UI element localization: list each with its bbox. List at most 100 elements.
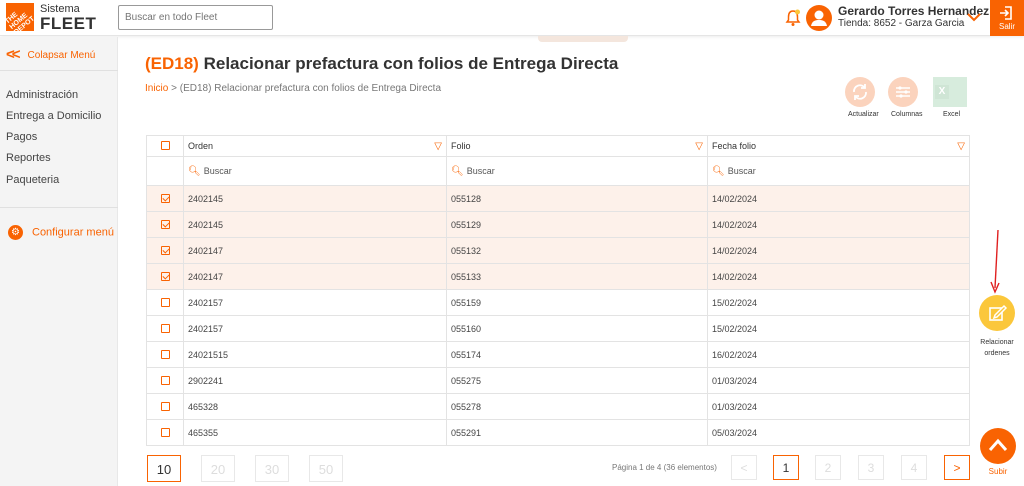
row-checkbox[interactable]	[160, 349, 170, 359]
columns-button[interactable]	[888, 77, 918, 107]
table-row[interactable]: 2402147 055132 14/02/2024	[146, 237, 970, 264]
row-checkbox[interactable]	[160, 427, 170, 437]
row-checkbox[interactable]	[160, 323, 170, 333]
page-size-30[interactable]: 30	[255, 455, 289, 482]
breadcrumb-current: (ED18) Relacionar prefactura con folios …	[179, 83, 442, 94]
cell-folio: 055132	[446, 237, 708, 264]
global-search-input[interactable]	[118, 5, 273, 30]
row-checkbox[interactable]	[160, 401, 170, 411]
filter-empty-cell	[146, 156, 184, 186]
row-checkbox[interactable]	[160, 245, 170, 255]
table-row[interactable]: 2402145 055128 14/02/2024	[146, 185, 970, 212]
excel-button[interactable]: X	[933, 77, 967, 107]
sidebar-item-reportes[interactable]: Reportes	[6, 152, 51, 164]
user-avatar-icon[interactable]	[806, 5, 832, 31]
row-checkbox[interactable]	[160, 219, 170, 229]
row-select-cell	[146, 315, 184, 342]
top-decoration	[538, 36, 628, 42]
page-size-50[interactable]: 50	[309, 455, 343, 482]
breadcrumb-home-link[interactable]: Inicio	[145, 83, 168, 94]
sidebar-item-entrega-domicilio[interactable]: Entrega a Domicilio	[6, 110, 101, 122]
table-row[interactable]: 2402157 055159 15/02/2024	[146, 289, 970, 316]
filter-row: 🔍︎ Buscar 🔍︎ Buscar 🔍︎ Buscar	[146, 156, 970, 186]
relate-orders-button[interactable]	[979, 295, 1015, 331]
row-select-cell	[146, 185, 184, 212]
refresh-label: Actualizar	[848, 111, 879, 118]
cell-orden: 2402147	[183, 263, 447, 290]
cell-orden: 2402157	[183, 289, 447, 316]
table-row[interactable]: 2402145 055129 14/02/2024	[146, 211, 970, 238]
page-button-2[interactable]: 2	[815, 455, 841, 480]
filter-folio-input[interactable]: 🔍︎ Buscar	[446, 156, 708, 186]
page-button-3[interactable]: 3	[858, 455, 884, 480]
row-select-cell	[146, 263, 184, 290]
cell-fecha-folio: 05/03/2024	[707, 419, 970, 446]
sidebar: << Colapsar Menú Administración Entrega a…	[0, 37, 118, 486]
notification-bell-icon[interactable]	[785, 9, 801, 27]
collapse-menu-label: Colapsar Menú	[27, 50, 96, 61]
filter-funnel-icon[interactable]: ▽	[695, 141, 703, 152]
refresh-button[interactable]	[845, 77, 875, 107]
page-size-20[interactable]: 20	[201, 455, 235, 482]
row-select-cell	[146, 211, 184, 238]
cell-fecha-folio: 01/03/2024	[707, 367, 970, 394]
refresh-icon	[853, 84, 867, 100]
prev-page-button[interactable]: <	[731, 455, 757, 480]
column-header-orden[interactable]: Orden ▽	[183, 135, 447, 157]
scroll-up-button[interactable]	[980, 428, 1016, 464]
cell-folio: 055291	[446, 419, 708, 446]
table-row[interactable]: 24021515 055174 16/02/2024	[146, 341, 970, 368]
page-title-text: Relacionar prefactura con folios de Entr…	[203, 54, 619, 73]
select-all-checkbox[interactable]	[160, 141, 170, 151]
sidebar-item-administracion[interactable]: Administración	[6, 89, 78, 101]
filter-orden-input[interactable]: 🔍︎ Buscar	[183, 156, 447, 186]
chevron-up-icon	[988, 438, 1008, 451]
table-row[interactable]: 2402157 055160 15/02/2024	[146, 315, 970, 342]
sidebar-item-pagos[interactable]: Pagos	[6, 131, 37, 143]
cell-orden: 24021515	[183, 341, 447, 368]
column-header-folio[interactable]: Folio ▽	[446, 135, 708, 157]
columns-icon	[896, 86, 910, 98]
page-title: (ED18) Relacionar prefactura con folios …	[145, 54, 618, 74]
page-button-1[interactable]: 1	[773, 455, 799, 480]
row-checkbox[interactable]	[160, 193, 170, 203]
chevron-down-icon[interactable]	[966, 10, 982, 24]
table-header-row: Orden ▽ Folio ▽ Fecha folio ▽	[146, 135, 970, 157]
filter-funnel-icon[interactable]: ▽	[434, 141, 442, 152]
page-button-4[interactable]: 4	[901, 455, 927, 480]
cell-folio: 055129	[446, 211, 708, 238]
select-all-cell	[146, 135, 184, 157]
next-page-button[interactable]: >	[944, 455, 970, 480]
row-checkbox[interactable]	[160, 375, 170, 385]
cell-fecha-folio: 16/02/2024	[707, 341, 970, 368]
row-select-cell	[146, 367, 184, 394]
table-row[interactable]: 2402147 055133 14/02/2024	[146, 263, 970, 290]
table-row[interactable]: 465355 055291 05/03/2024	[146, 419, 970, 446]
search-icon: 🔍︎	[712, 165, 725, 177]
brand-title: FLEET	[40, 14, 97, 33]
page-size-10[interactable]: 10	[147, 455, 181, 482]
cell-orden: 2902241	[183, 367, 447, 394]
cell-fecha-folio: 14/02/2024	[707, 237, 970, 264]
table-body: 2402145 055128 14/02/2024 2402145 055129 14/0…	[146, 185, 970, 446]
filter-funnel-icon[interactable]: ▽	[957, 141, 965, 152]
row-select-cell	[146, 341, 184, 368]
table-row[interactable]: 465328 055278 01/03/2024	[146, 393, 970, 420]
data-grid: Orden ▽ Folio ▽ Fecha folio ▽ 🔍︎ Buscar 🔍︎ Bu…	[146, 135, 970, 446]
configure-menu-button[interactable]: ⚙ Configurar menú	[8, 225, 114, 240]
logout-button[interactable]: Salir	[990, 0, 1024, 36]
logout-icon	[1000, 6, 1012, 20]
cell-orden: 465355	[183, 419, 447, 446]
table-row[interactable]: 2902241 055275 01/03/2024	[146, 367, 970, 394]
sidebar-divider	[0, 70, 118, 71]
filter-fecha-input[interactable]: 🔍︎ Buscar	[707, 156, 970, 186]
cell-fecha-folio: 14/02/2024	[707, 263, 970, 290]
row-checkbox[interactable]	[160, 271, 170, 281]
column-header-label: Orden	[188, 140, 214, 151]
cell-orden: 2402145	[183, 211, 447, 238]
row-checkbox[interactable]	[160, 297, 170, 307]
column-header-fecha-folio[interactable]: Fecha folio ▽	[707, 135, 970, 157]
collapse-menu-button[interactable]: << Colapsar Menú	[6, 45, 96, 63]
home-depot-logo[interactable]: THE HOME DEPOT	[4, 3, 36, 36]
sidebar-item-paqueteria[interactable]: Paqueteria	[6, 174, 59, 186]
